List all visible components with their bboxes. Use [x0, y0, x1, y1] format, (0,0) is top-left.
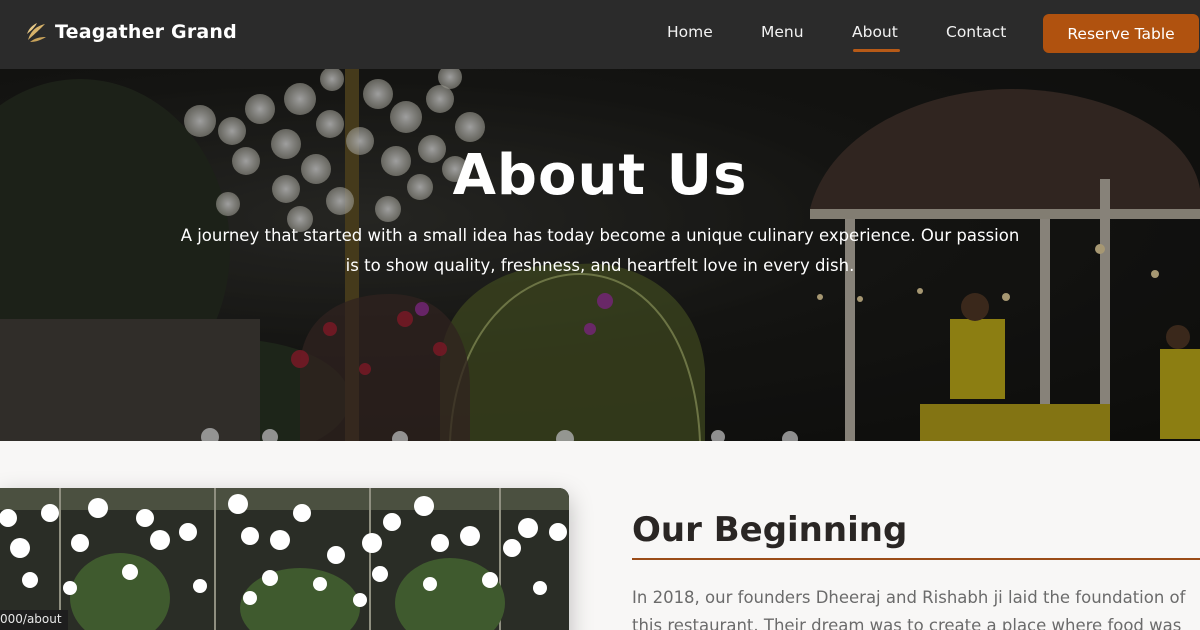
- main-nav: Home Menu About Contact: [0, 0, 1200, 69]
- reserve-table-button[interactable]: Reserve Table: [1043, 14, 1199, 53]
- nav-about[interactable]: About: [852, 23, 898, 41]
- nav-menu[interactable]: Menu: [761, 23, 804, 41]
- nav-home[interactable]: Home: [667, 23, 713, 41]
- story-paragraph: In 2018, our founders Dheeraj and Rishab…: [632, 584, 1200, 630]
- navbar: Teagather Grand Home Menu About Contact …: [0, 0, 1200, 69]
- active-nav-indicator: [853, 49, 900, 52]
- hero-section: About Us A journey that started with a s…: [0, 69, 1200, 441]
- heading-divider: [632, 558, 1200, 560]
- page-title: About Us: [452, 143, 748, 208]
- story-image: [0, 488, 569, 630]
- nav-contact[interactable]: Contact: [946, 23, 1006, 41]
- hanging-lights-image: [0, 488, 569, 630]
- story-line-1: In 2018, our founders Dheeraj and Rishab…: [632, 588, 1186, 607]
- hero-subtitle: A journey that started with a small idea…: [180, 226, 1020, 275]
- story-line-2: this restaurant. Their dream was to crea…: [632, 616, 1182, 630]
- status-bar-url: 000/about: [0, 610, 68, 630]
- section-heading: Our Beginning: [632, 510, 908, 550]
